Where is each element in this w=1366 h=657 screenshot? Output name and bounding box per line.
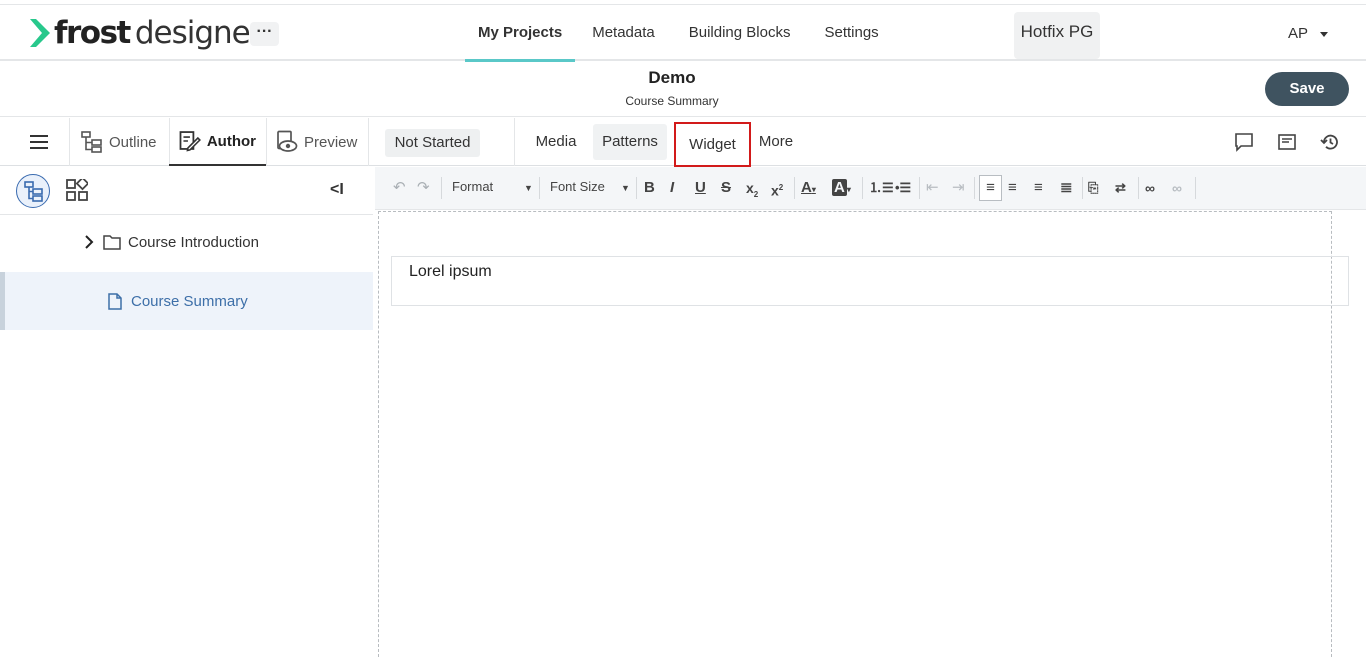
divider — [636, 177, 637, 199]
format-dropdown[interactable]: Format — [452, 179, 493, 194]
find-replace-icon[interactable]: ⇄ — [1115, 179, 1126, 197]
tree-view-button[interactable] — [16, 174, 50, 208]
user-initials: AP — [1288, 25, 1308, 42]
tab-preview[interactable]: Preview — [276, 118, 357, 166]
divider — [1138, 177, 1139, 199]
tab-author-label: Author — [206, 132, 256, 150]
bold-icon[interactable]: B — [644, 179, 655, 197]
caret-down-icon — [1319, 31, 1328, 37]
document-title-bar: Demo Course Summary Save — [0, 62, 1366, 117]
author-edit-icon — [179, 131, 201, 152]
history-icon[interactable] — [1320, 132, 1340, 152]
underline-icon[interactable]: U — [695, 179, 706, 197]
format-caret-icon[interactable]: ▼ — [524, 179, 533, 197]
comment-icon[interactable] — [1234, 132, 1254, 152]
mode-toolbar: Outline Author Preview Not Started Media… — [0, 118, 1366, 167]
insert-document-icon[interactable]: ⎘ — [1088, 179, 1098, 197]
tree-view-icon — [23, 180, 43, 202]
divider — [794, 177, 795, 199]
divider — [539, 177, 540, 199]
unlink-icon[interactable]: ∞ — [1172, 179, 1182, 197]
highlight-color-icon[interactable]: A ▾ — [832, 179, 851, 197]
content-tree-sidebar: <I Course Introduction Course Summary — [0, 167, 373, 657]
page-subtitle: Course Summary — [625, 94, 719, 108]
align-left-icon[interactable]: ≡ — [979, 175, 1002, 201]
page-title: Demo — [648, 68, 696, 87]
blocks-grid-icon[interactable] — [66, 179, 88, 201]
tree-item-course-summary[interactable]: Course Summary — [0, 272, 373, 330]
divider — [1195, 177, 1196, 199]
tree-item-label: Course Summary — [131, 292, 248, 310]
align-center-icon[interactable]: ≡ — [1008, 179, 1017, 197]
status-badge[interactable]: Not Started — [385, 129, 480, 157]
divider — [974, 177, 975, 199]
divider — [919, 177, 920, 199]
text-color-icon[interactable]: A▾ — [801, 179, 816, 197]
tab-patterns[interactable]: Patterns — [593, 124, 667, 160]
logo-text-designer: designer — [134, 15, 263, 51]
more-options-button[interactable]: ··· — [250, 22, 279, 46]
font-size-dropdown[interactable]: Font Size — [550, 179, 605, 194]
collapse-sidebar-button[interactable]: <I — [330, 181, 344, 199]
italic-icon[interactable]: I — [670, 179, 674, 197]
logo-chevron-icon — [30, 19, 50, 47]
editor-area: ↶ ↷ Format ▼ Font Size ▼ B I U S x2 x2 A… — [375, 167, 1366, 657]
font-size-caret-icon[interactable]: ▼ — [621, 179, 630, 197]
preview-eye-icon — [277, 130, 298, 152]
redo-icon[interactable]: ↷ — [417, 179, 430, 197]
nav-settings[interactable]: Settings — [807, 5, 895, 62]
divider — [69, 118, 70, 166]
strikethrough-icon[interactable]: S — [721, 179, 731, 197]
user-menu[interactable]: AP — [1288, 25, 1328, 42]
tab-preview-label: Preview — [304, 133, 358, 151]
align-right-icon[interactable]: ≡ — [1034, 179, 1043, 197]
sidebar-toolbar: <I — [0, 167, 373, 215]
link-icon[interactable]: ∞ — [1145, 179, 1155, 197]
rich-text-toolbar: ↶ ↷ Format ▼ Font Size ▼ B I U S x2 x2 A… — [375, 167, 1366, 210]
workspace-selector[interactable]: Hotfix PG — [1014, 12, 1100, 59]
divider — [862, 177, 863, 199]
notes-icon[interactable] — [1277, 132, 1297, 152]
frost-designer-logo[interactable]: frost designer — [28, 15, 262, 51]
undo-icon[interactable]: ↶ — [393, 179, 406, 197]
divider — [514, 118, 515, 166]
editor-canvas[interactable]: Lorel ipsum — [378, 211, 1349, 657]
divider — [266, 118, 267, 166]
numbered-list-icon[interactable]: ⒈☰ — [869, 179, 894, 197]
divider — [1082, 177, 1083, 199]
outline-tree-icon — [81, 131, 102, 153]
tab-media[interactable]: Media — [526, 124, 586, 160]
tree-item-course-introduction[interactable]: Course Introduction — [0, 213, 373, 271]
outdent-icon[interactable]: ⇤ — [926, 179, 939, 197]
tab-more[interactable]: More — [752, 124, 800, 160]
nav-metadata[interactable]: Metadata — [575, 5, 672, 62]
text-content-block[interactable]: Lorel ipsum — [391, 256, 1349, 306]
page-icon — [108, 292, 122, 310]
indent-icon[interactable]: ⇥ — [952, 179, 965, 197]
format-dropdown-label: Format — [452, 179, 494, 194]
font-size-dropdown-label: Font Size — [550, 179, 605, 194]
editor-text[interactable]: Lorel ipsum — [409, 263, 492, 281]
logo-text-frost: frost — [54, 15, 131, 51]
tree-item-label: Course Introduction — [128, 233, 259, 251]
main-nav: My Projects Metadata Building Blocks Set… — [465, 5, 896, 62]
tab-widget[interactable]: Widget — [674, 122, 751, 167]
chevron-right-icon[interactable] — [84, 235, 94, 249]
justify-icon[interactable]: ≣ — [1060, 179, 1073, 197]
subscript-icon[interactable]: x2 — [746, 179, 758, 199]
superscript-icon[interactable]: x2 — [771, 179, 783, 199]
bullet-list-icon[interactable]: •☰ — [895, 179, 911, 197]
folder-icon — [103, 235, 121, 250]
divider — [368, 118, 369, 166]
tab-outline[interactable]: Outline — [81, 118, 157, 166]
tab-author[interactable]: Author — [169, 118, 266, 166]
divider — [441, 177, 442, 199]
tab-outline-label: Outline — [109, 133, 157, 151]
top-navigation-bar: frost designer ··· My Projects Metadata … — [0, 4, 1366, 62]
nav-my-projects[interactable]: My Projects — [465, 5, 576, 62]
hamburger-menu-icon[interactable] — [30, 134, 48, 150]
nav-building-blocks[interactable]: Building Blocks — [672, 5, 808, 62]
save-button[interactable]: Save — [1265, 72, 1349, 106]
